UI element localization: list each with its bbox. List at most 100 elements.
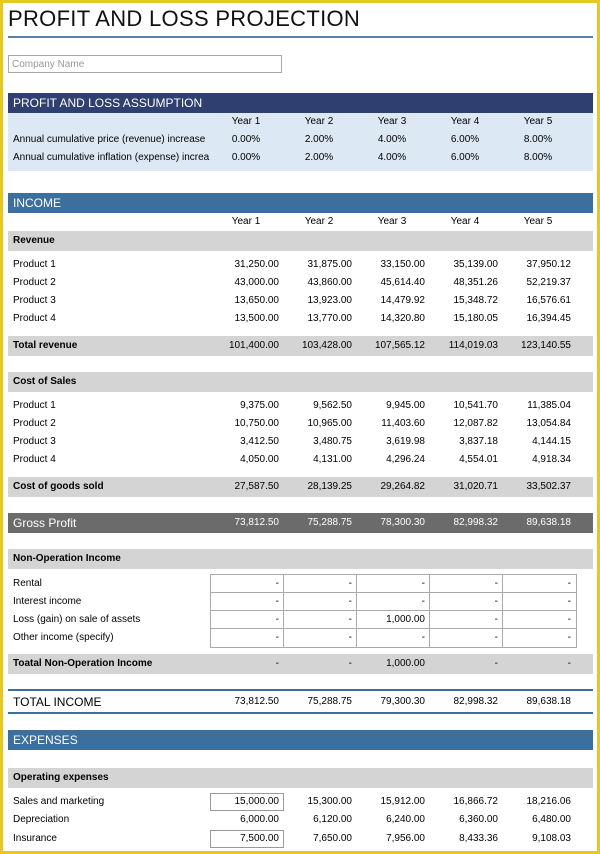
cell[interactable]: 10,541.70 [432, 397, 499, 415]
cell[interactable]: 13,923.00 [286, 292, 353, 310]
cell[interactable]: 2.00% [286, 131, 352, 149]
cell[interactable]: 13,770.00 [286, 310, 353, 328]
cell[interactable]: 7,650.00 [286, 830, 352, 848]
cell[interactable]: 45,614.40 [359, 274, 426, 292]
year-header: Year 1 [231, 116, 261, 127]
cell[interactable]: 6.00% [432, 149, 498, 167]
cell[interactable]: 13,054.84 [505, 415, 572, 433]
cell[interactable]: 4.00% [359, 131, 425, 149]
cell[interactable]: 4,050.00 [213, 451, 279, 469]
cell[interactable]: - [286, 575, 352, 593]
cell[interactable]: 2.00% [286, 149, 352, 167]
cell[interactable]: 7,956.00 [359, 830, 425, 848]
cell[interactable]: 43,860.00 [286, 274, 353, 292]
cell[interactable]: 15,300.00 [286, 793, 353, 811]
non-operation-section-header: Non-Operation Income [8, 549, 593, 569]
cell[interactable]: 10,965.00 [286, 415, 353, 433]
cell[interactable]: 3,837.18 [432, 433, 498, 451]
cell[interactable]: 13,650.00 [213, 292, 280, 310]
cell[interactable]: - [359, 593, 425, 611]
cell[interactable]: 16,394.45 [505, 310, 572, 328]
cell[interactable]: 31,250.00 [213, 256, 280, 274]
cell[interactable]: 15,348.72 [432, 292, 499, 310]
cell[interactable]: 8.00% [505, 149, 571, 167]
cell[interactable]: - [505, 611, 571, 629]
cell[interactable]: 11,385.04 [505, 397, 571, 415]
expenses-heading: EXPENSES [13, 733, 78, 747]
cell[interactable]: 4,131.00 [286, 451, 352, 469]
cell[interactable]: 3,412.50 [213, 433, 279, 451]
cell[interactable]: - [505, 593, 571, 611]
cell[interactable]: 3,480.75 [286, 433, 352, 451]
cell[interactable]: - [432, 611, 498, 629]
cell[interactable]: 4,296.24 [359, 451, 425, 469]
gross-profit-row: Gross Profit 73,812.50 75,288.75 78,300.… [8, 513, 593, 533]
cell[interactable]: 9,562.50 [286, 397, 352, 415]
cell[interactable]: 4,144.15 [505, 433, 571, 451]
cell[interactable]: 31,875.00 [286, 256, 353, 274]
cell[interactable]: 6.00% [432, 131, 498, 149]
cell[interactable]: 0.00% [213, 131, 279, 149]
cell[interactable]: 15,180.05 [432, 310, 499, 328]
cell[interactable]: - [359, 629, 425, 647]
cell[interactable]: 18,216.06 [505, 793, 572, 811]
cell[interactable]: 4.00% [359, 149, 425, 167]
cell[interactable]: - [505, 629, 571, 647]
cell[interactable]: 3,619.98 [359, 433, 425, 451]
cell[interactable]: 10,750.00 [213, 415, 280, 433]
row-label: Interest income [13, 596, 82, 607]
cell[interactable]: 1,000.00 [359, 611, 425, 629]
table-row: Product 1 31,250.00 31,875.00 33,150.00 … [8, 256, 593, 274]
company-name-field[interactable]: Company Name [8, 55, 282, 73]
cell[interactable]: - [432, 593, 498, 611]
cell[interactable]: 12,087.82 [432, 415, 499, 433]
cell[interactable]: 6,240.00 [359, 811, 425, 829]
cell[interactable]: 16,576.61 [505, 292, 572, 310]
cost-of-goods-sold-row: Cost of goods sold 27,587.50 28,139.25 2… [8, 477, 593, 497]
cell[interactable]: - [505, 575, 571, 593]
cell[interactable]: - [286, 611, 352, 629]
cell[interactable]: 43,000.00 [213, 274, 280, 292]
expenses-header: EXPENSES [8, 730, 593, 750]
cell[interactable]: - [213, 629, 279, 647]
cell: 29,264.82 [380, 481, 426, 492]
cell[interactable]: 9,375.00 [213, 397, 279, 415]
cell[interactable]: - [213, 611, 279, 629]
cell[interactable]: 33,150.00 [359, 256, 426, 274]
cell[interactable]: 4,918.34 [505, 451, 571, 469]
cell[interactable]: - [359, 575, 425, 593]
cell[interactable]: 16,866.72 [432, 793, 499, 811]
cell[interactable]: 6,360.00 [432, 811, 498, 829]
table-row: Product 1 9,375.00 9,562.50 9,945.00 10,… [8, 397, 593, 415]
cell[interactable]: 14,479.92 [359, 292, 426, 310]
cell[interactable]: 6,000.00 [213, 811, 279, 829]
cell[interactable]: - [213, 593, 279, 611]
cell[interactable]: 6,480.00 [505, 811, 571, 829]
cell[interactable]: 14,320.80 [359, 310, 426, 328]
cell[interactable]: 15,000.00 [213, 793, 280, 811]
cell[interactable]: - [286, 593, 352, 611]
cell[interactable]: 6,120.00 [286, 811, 352, 829]
cell[interactable]: 9,108.03 [505, 830, 571, 848]
cell[interactable]: 35,139.00 [432, 256, 499, 274]
cell[interactable]: 4,554.01 [432, 451, 498, 469]
cell[interactable]: 8,433.36 [432, 830, 498, 848]
cell[interactable]: - [213, 575, 279, 593]
cell[interactable]: - [432, 575, 498, 593]
revenue-section-header: Revenue [8, 231, 593, 251]
cell[interactable]: 11,403.60 [359, 415, 425, 433]
cell[interactable]: 48,351.26 [432, 274, 499, 292]
cell[interactable]: 7,500.00 [213, 830, 279, 848]
table-row: Loss (gain) on sale of assets - - 1,000.… [8, 611, 593, 629]
cell[interactable]: - [432, 629, 498, 647]
cell[interactable]: 37,950.12 [505, 256, 572, 274]
cell[interactable]: 9,945.00 [359, 397, 425, 415]
cell[interactable]: 15,912.00 [359, 793, 426, 811]
cell[interactable]: 0.00% [213, 149, 279, 167]
cell[interactable]: 52,219.37 [505, 274, 572, 292]
cell[interactable]: 13,500.00 [213, 310, 280, 328]
cell[interactable]: - [286, 629, 352, 647]
cell[interactable]: 8.00% [505, 131, 571, 149]
table-row: Rental - - - - - [8, 575, 593, 593]
cell: 75,288.75 [307, 517, 353, 528]
